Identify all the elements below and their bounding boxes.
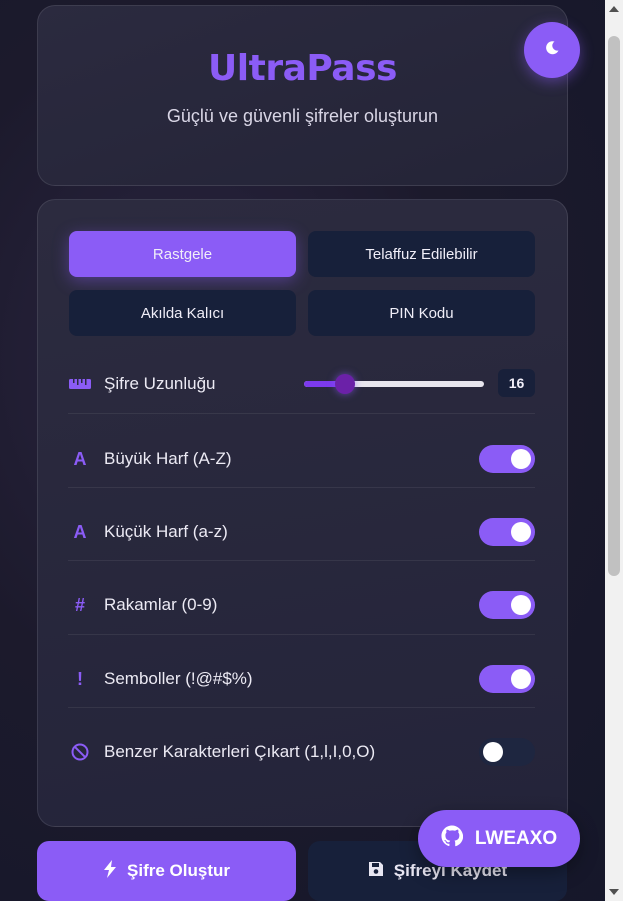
toggle-knob — [511, 449, 531, 469]
option-label: Büyük Harf (A-Z) — [104, 449, 232, 468]
uppercase-toggle[interactable] — [479, 445, 535, 473]
app-title: UltraPass — [208, 48, 397, 89]
option-label: Benzer Karakterleri Çıkart (1,l,I,0,O) — [104, 742, 376, 761]
divider — [68, 634, 535, 635]
scroll-up-arrow[interactable] — [609, 6, 619, 12]
generate-password-button[interactable]: Şifre Oluştur — [37, 841, 296, 901]
app-subtitle: Güçlü ve güvenli şifreler oluşturun — [166, 106, 439, 126]
option-label: Semboller (!@#$%) — [104, 669, 253, 688]
scroll-down-arrow[interactable] — [609, 889, 619, 895]
exclude-similar-toggle[interactable] — [479, 738, 535, 766]
mode-pin-button[interactable]: PIN Kodu — [308, 290, 535, 336]
length-value: 16 — [498, 369, 535, 397]
mode-random-button[interactable]: Rastgele — [69, 231, 296, 277]
toggle-knob — [511, 669, 531, 689]
letter-a-icon: A — [73, 521, 87, 542]
length-label: Şifre Uzunluğu — [104, 374, 216, 393]
save-icon — [368, 861, 394, 882]
option-label: Küçük Harf (a-z) — [104, 522, 228, 541]
letter-a-icon: A — [73, 448, 87, 469]
mode-label: Akılda Kalıcı — [140, 304, 225, 322]
toggle-knob — [511, 595, 531, 615]
option-uppercase-row: A Büyük Harf (A-Z) — [68, 439, 535, 479]
divider — [68, 487, 535, 488]
generate-label: Şifre Oluştur — [127, 861, 230, 880]
moon-icon — [544, 40, 560, 61]
divider — [68, 707, 535, 708]
scrollbar[interactable] — [605, 0, 623, 901]
ban-icon — [68, 743, 92, 761]
divider — [68, 413, 535, 414]
option-exclude-similar-row: Benzer Karakterleri Çıkart (1,l,I,0,O) — [68, 732, 535, 772]
lowercase-toggle[interactable] — [479, 518, 535, 546]
option-label: Rakamlar (0-9) — [104, 595, 218, 614]
toggle-knob — [511, 522, 531, 542]
scroll-thumb[interactable] — [608, 36, 620, 576]
option-numbers-row: # Rakamlar (0-9) — [68, 585, 535, 625]
numbers-toggle[interactable] — [479, 591, 535, 619]
bolt-icon — [103, 859, 127, 883]
github-icon — [441, 824, 475, 853]
github-label: LWEAXO — [474, 827, 558, 849]
header-card: UltraPass Güçlü ve güvenli şifreler oluş… — [37, 5, 568, 186]
mode-memorable-button[interactable]: Akılda Kalıcı — [69, 290, 296, 336]
ruler-icon — [68, 378, 92, 390]
mode-pronounceable-button[interactable]: Telaffuz Edilebilir — [308, 231, 535, 277]
github-button[interactable]: LWEAXO — [418, 810, 580, 867]
toggle-knob — [483, 742, 503, 762]
mode-label: Telaffuz Edilebilir — [365, 245, 478, 263]
hash-icon: # — [74, 594, 85, 615]
theme-toggle-button[interactable] — [524, 22, 580, 78]
option-lowercase-row: A Küçük Harf (a-z) — [68, 512, 535, 552]
symbols-toggle[interactable] — [479, 665, 535, 693]
mode-label: Rastgele — [152, 245, 213, 263]
option-symbols-row: ! Semboller (!@#$%) — [68, 659, 535, 699]
mode-label: PIN Kodu — [389, 304, 454, 322]
divider — [68, 560, 535, 561]
exclamation-icon: ! — [77, 668, 83, 689]
length-slider[interactable] — [304, 374, 484, 394]
